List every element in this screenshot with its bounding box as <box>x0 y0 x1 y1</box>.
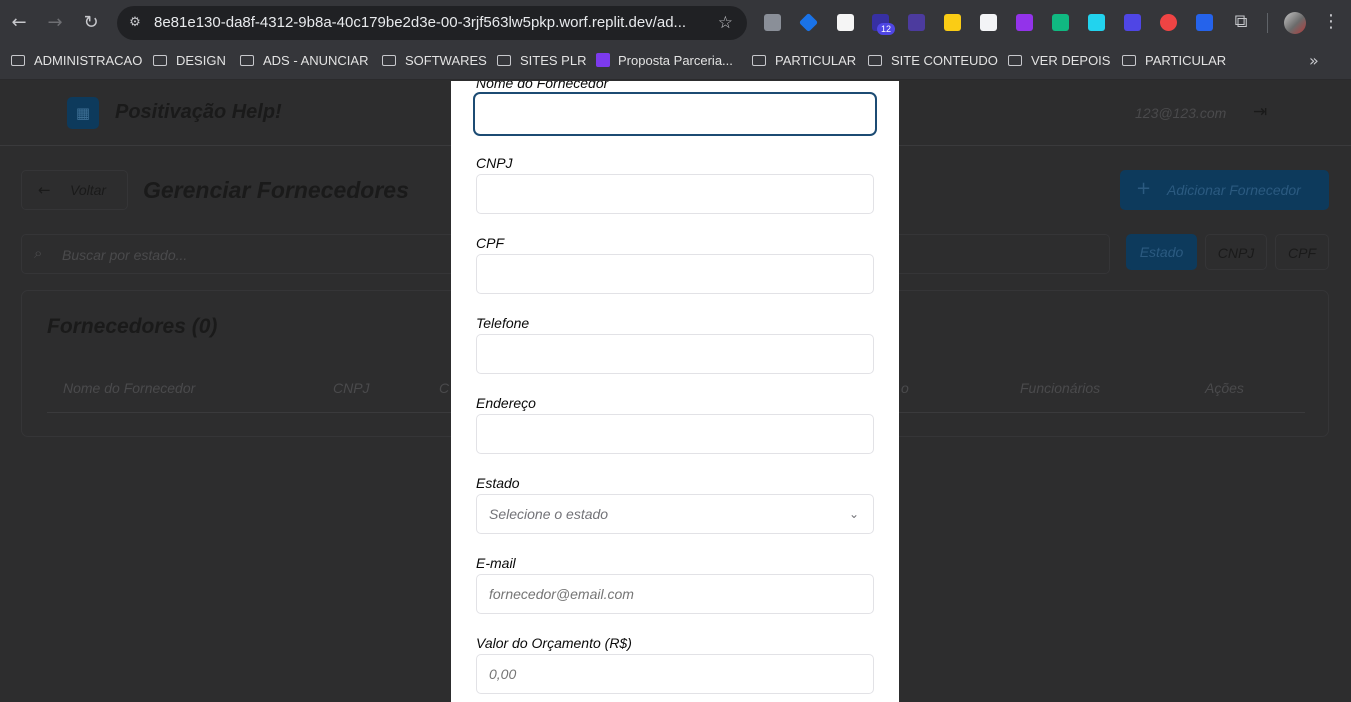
bookmark-item[interactable]: SITES PLR <box>497 46 586 74</box>
filter-estado-button[interactable]: Estado <box>1126 234 1197 270</box>
bookmark-label: SITE CONTEUDO <box>891 52 998 68</box>
address-bar[interactable]: ⚙ 8e81e130-da8f-4312-9b8a-40c179be2d3e-0… <box>117 6 747 40</box>
extension-cyan-icon[interactable] <box>1088 14 1105 31</box>
extension-s-icon[interactable] <box>1016 14 1033 31</box>
bookmark-item[interactable]: DESIGN <box>153 46 226 74</box>
reload-icon[interactable]: ↻ <box>79 11 103 35</box>
folder-icon <box>240 54 254 66</box>
cnpj-input[interactable] <box>476 174 874 214</box>
add-supplier-button[interactable]: + Adicionar Fornecedor <box>1120 170 1329 210</box>
folder-icon <box>752 54 766 66</box>
email-input[interactable] <box>476 574 874 614</box>
state-select-placeholder: Selecione o estado <box>489 506 609 522</box>
bookmark-item[interactable]: PARTICULAR <box>1122 46 1226 74</box>
header-nome: Nome do Fornecedor <box>63 380 196 396</box>
state-select[interactable]: Selecione o estado ⌄ <box>476 494 874 534</box>
budget-input[interactable] <box>476 654 874 694</box>
label-email: E-mail <box>476 555 516 571</box>
extension-code-icon[interactable] <box>764 14 781 31</box>
label-nome: Nome do Fornecedor <box>476 81 609 91</box>
bookmark-label: ADS - ANUNCIAR <box>263 52 369 68</box>
form-icon <box>596 53 610 67</box>
folder-icon <box>1122 54 1136 66</box>
bookmark-label: ADMINISTRACAO <box>34 52 143 68</box>
label-orcamento: Valor do Orçamento (R$) <box>476 635 632 651</box>
bookmark-label: PARTICULAR <box>1145 52 1227 68</box>
label-cnpj: CNPJ <box>476 155 513 171</box>
extension-badge: 12 <box>877 23 895 35</box>
extension-tag-icon[interactable] <box>798 12 819 33</box>
bookmark-label: SOFTWARES <box>405 52 487 68</box>
header-cpf-partial: C <box>439 380 450 396</box>
extension-notion-icon[interactable] <box>980 14 997 31</box>
filter-cnpj-button[interactable]: CNPJ <box>1205 234 1267 270</box>
filter-cpf-button[interactable]: CPF <box>1275 234 1329 270</box>
extension-dollar-icon[interactable] <box>837 14 854 31</box>
bookmark-item[interactable]: Proposta Parceria... <box>596 46 733 74</box>
add-supplier-label: Adicionar Fornecedor <box>1167 182 1301 198</box>
folder-icon <box>868 54 882 66</box>
url-text[interactable]: 8e81e130-da8f-4312-9b8a-40c179be2d3e-00-… <box>154 15 686 31</box>
toolbar-divider <box>1267 13 1268 33</box>
browser-toolbar: ← → ↻ ⚙ 8e81e130-da8f-4312-9b8a-40c179be… <box>0 0 1351 46</box>
header-acoes: Ações <box>1205 380 1244 396</box>
extension-calendar-icon[interactable] <box>1124 14 1141 31</box>
extension-ball-icon[interactable] <box>1160 14 1177 31</box>
forward-arrow-icon[interactable]: → <box>43 11 67 35</box>
cpf-input[interactable] <box>476 254 874 294</box>
site-settings-icon[interactable]: ⚙ <box>127 15 143 31</box>
store-icon: ▦ <box>67 97 99 129</box>
back-arrow-icon[interactable]: ← <box>7 11 31 35</box>
app-title: Positivação Help! <box>115 101 282 123</box>
profile-avatar[interactable] <box>1284 12 1306 34</box>
chevron-down-icon: ⌄ <box>848 507 859 521</box>
browser-menu-icon[interactable]: ⋮ <box>1322 11 1340 32</box>
user-email: 123@123.com <box>1135 105 1227 121</box>
label-cpf: CPF <box>476 235 504 251</box>
bookmark-label: PARTICULAR <box>775 52 857 68</box>
folder-icon <box>497 54 511 66</box>
search-placeholder: Buscar por estado... <box>62 247 188 263</box>
folder-icon <box>1008 54 1022 66</box>
extensions-puzzle-icon[interactable]: ⧉ <box>1229 10 1253 34</box>
add-supplier-modal: Nome do Fornecedor CNPJ CPF Telefone End… <box>451 81 899 702</box>
bookmark-item[interactable]: SITE CONTEUDO <box>868 46 998 74</box>
page-title: Gerenciar Fornecedores <box>143 177 409 203</box>
address-input[interactable] <box>476 414 874 454</box>
bookmark-label: DESIGN <box>176 52 226 68</box>
folder-icon <box>382 54 396 66</box>
bookmark-item[interactable]: PARTICULAR <box>752 46 856 74</box>
logout-icon[interactable]: ⇥ <box>1253 102 1267 122</box>
bookmark-item[interactable]: VER DEPOIS <box>1008 46 1110 74</box>
plus-icon: + <box>1136 178 1152 199</box>
folder-icon <box>11 54 25 66</box>
bookmark-label: VER DEPOIS <box>1031 52 1111 68</box>
more-bookmarks-icon[interactable]: » <box>1309 51 1319 70</box>
extension-wave-icon[interactable] <box>908 14 925 31</box>
back-button[interactable]: ← Voltar <box>21 170 128 210</box>
suppliers-title: Fornecedores (0) <box>47 315 218 338</box>
header-funcionarios: Funcionários <box>1020 380 1101 396</box>
supplier-name-input[interactable] <box>473 92 877 136</box>
header-partial: o <box>901 380 909 396</box>
phone-input[interactable] <box>476 334 874 374</box>
search-icon: ⌕ <box>34 244 43 262</box>
bookmark-star-icon[interactable]: ☆ <box>718 13 733 33</box>
label-estado: Estado <box>476 475 520 491</box>
bookmarks-bar: ADMINISTRACAO DESIGN ADS - ANUNCIAR SOFT… <box>0 46 1351 80</box>
extension-a-icon[interactable] <box>1196 14 1213 31</box>
bookmark-item[interactable]: SOFTWARES <box>382 46 487 74</box>
extension-green-icon[interactable] <box>1052 14 1069 31</box>
header-cnpj: CNPJ <box>333 380 370 396</box>
back-button-label: Voltar <box>70 182 107 198</box>
folder-icon <box>153 54 167 66</box>
bookmark-label: SITES PLR <box>520 52 587 68</box>
label-endereco: Endereço <box>476 395 536 411</box>
label-telefone: Telefone <box>476 315 530 331</box>
bookmark-item[interactable]: ADS - ANUNCIAR <box>240 46 368 74</box>
bookmark-label: Proposta Parceria... <box>618 52 733 68</box>
extension-notes-icon[interactable] <box>944 14 961 31</box>
arrow-left-icon: ← <box>38 181 51 199</box>
bookmark-item[interactable]: ADMINISTRACAO <box>11 46 142 74</box>
